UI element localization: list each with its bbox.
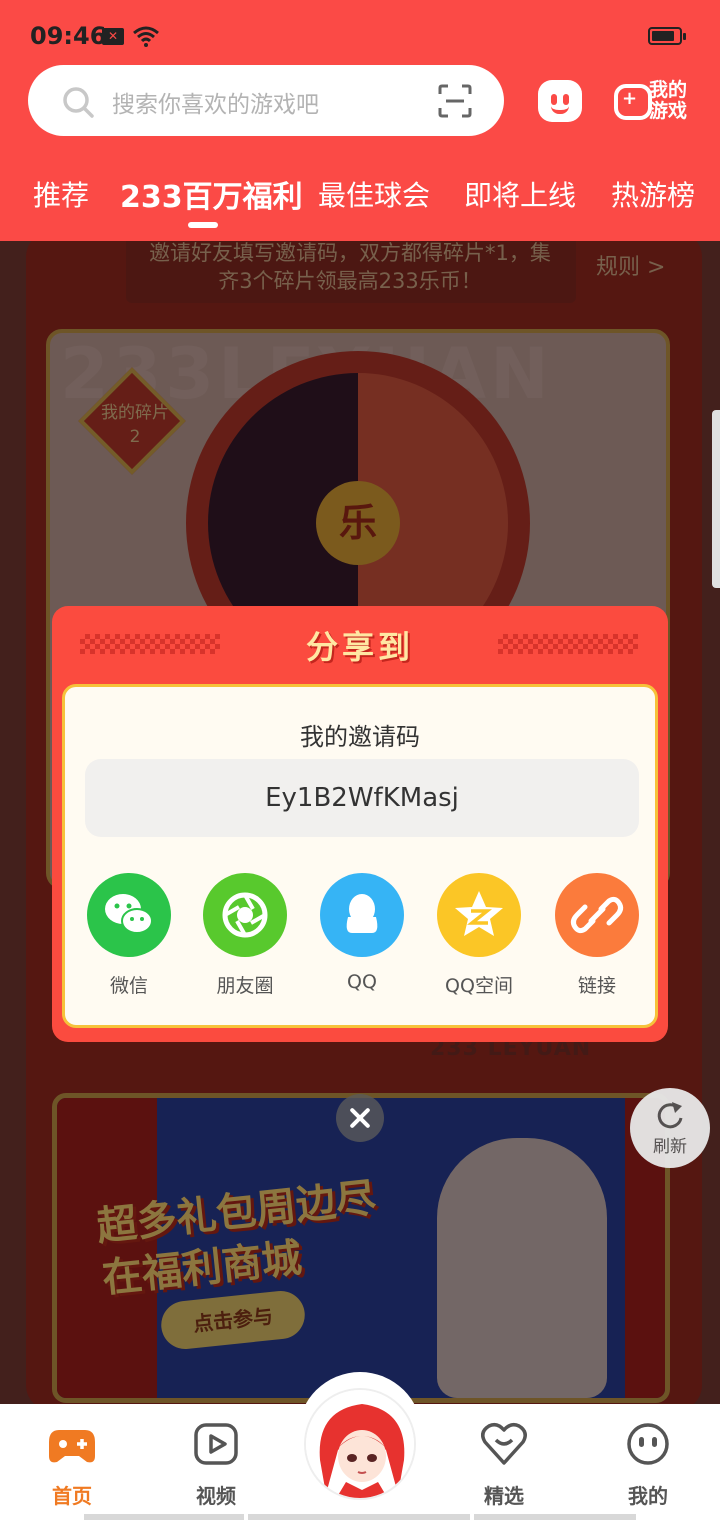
close-dialog-button[interactable] — [336, 1094, 384, 1142]
share-link-label: 链接 — [577, 975, 616, 997]
share-qzone-label: QQ空间 — [445, 975, 513, 997]
tab-best-club[interactable]: 最佳球会 — [318, 174, 430, 214]
tab-recommend[interactable]: 推荐 — [33, 174, 89, 214]
status-bar: 09:46 ✕ — [0, 0, 720, 72]
invite-code-field[interactable]: Ey1B2WfKMasj — [85, 759, 639, 837]
avatar — [306, 1390, 414, 1498]
search-input[interactable]: 搜索你喜欢的游戏吧 — [28, 65, 504, 136]
nav-featured-label: 精选 — [484, 1484, 524, 1508]
nav-video[interactable]: 视频 — [166, 1422, 266, 1509]
share-qzone-button[interactable]: QQ空间 — [429, 873, 529, 998]
share-moments-label: 朋友圈 — [216, 975, 274, 997]
nav-home-label: 首页 — [52, 1484, 92, 1508]
link-icon — [555, 873, 639, 957]
video-icon — [193, 1422, 239, 1466]
share-qq-label: QQ — [347, 971, 377, 993]
refresh-icon — [657, 1102, 683, 1129]
my-games-button[interactable]: 我的游戏 — [614, 80, 694, 126]
tab-233-welfare[interactable]: 233百万福利 — [120, 172, 303, 216]
my-games-label: 我的游戏 — [649, 79, 688, 122]
home-indicator — [248, 1514, 470, 1520]
scan-icon[interactable] — [438, 84, 472, 118]
home-indicator — [474, 1514, 636, 1520]
invite-code-label: 我的邀请码 — [300, 723, 420, 751]
wifi-icon — [133, 26, 159, 47]
nav-home[interactable]: 首页 — [22, 1422, 122, 1509]
wechat-icon — [87, 873, 171, 957]
category-tabs: 推荐 233百万福利 最佳球会 即将上线 热游榜 — [0, 170, 720, 230]
qzone-icon — [437, 873, 521, 957]
share-panel: 我的邀请码 Ey1B2WfKMasj 微信 朋友圈 QQ QQ空间 链接 — [62, 684, 658, 1028]
search-placeholder: 搜索你喜欢的游戏吧 — [112, 92, 319, 118]
share-wechat-label: 微信 — [109, 975, 148, 997]
tab-indicator — [188, 222, 218, 228]
refresh-label: 刷新 — [653, 1137, 687, 1157]
search-icon — [63, 87, 94, 118]
nav-video-label: 视频 — [196, 1484, 236, 1508]
nav-mine[interactable]: 我的 — [598, 1422, 698, 1509]
gamepad-icon — [614, 84, 652, 120]
tab-coming-soon[interactable]: 即将上线 — [464, 174, 576, 214]
heart-icon — [481, 1422, 527, 1466]
share-dialog: 分享到 我的邀请码 Ey1B2WfKMasj 微信 朋友圈 QQ QQ空间 链接 — [52, 606, 668, 1042]
status-time: 09:46 — [30, 22, 107, 50]
home-indicator — [84, 1514, 244, 1520]
share-wechat-button[interactable]: 微信 — [79, 873, 179, 998]
dialog-title: 分享到 — [305, 628, 414, 666]
share-qq-button[interactable]: QQ — [312, 873, 412, 993]
tab-hot-ranking[interactable]: 热游榜 — [611, 174, 695, 214]
face-icon — [625, 1422, 671, 1466]
qq-icon — [320, 873, 404, 957]
nav-featured[interactable]: 精选 — [454, 1422, 554, 1509]
scrollbar[interactable] — [712, 410, 720, 588]
gamepad-icon — [49, 1422, 95, 1466]
center-avatar-button[interactable] — [304, 1388, 416, 1500]
notification-icon: ✕ — [102, 28, 124, 45]
battery-icon — [648, 27, 686, 45]
moments-icon — [203, 873, 287, 957]
message-icon[interactable] — [538, 80, 582, 122]
refresh-button[interactable]: 刷新 — [630, 1088, 710, 1168]
share-link-button[interactable]: 链接 — [547, 873, 647, 998]
nav-mine-label: 我的 — [628, 1484, 668, 1508]
share-moments-button[interactable]: 朋友圈 — [195, 873, 295, 998]
app-header: 09:46 ✕ 搜索你喜欢的游戏吧 我的游戏 推荐 233百万福利 最佳球 — [0, 0, 720, 241]
